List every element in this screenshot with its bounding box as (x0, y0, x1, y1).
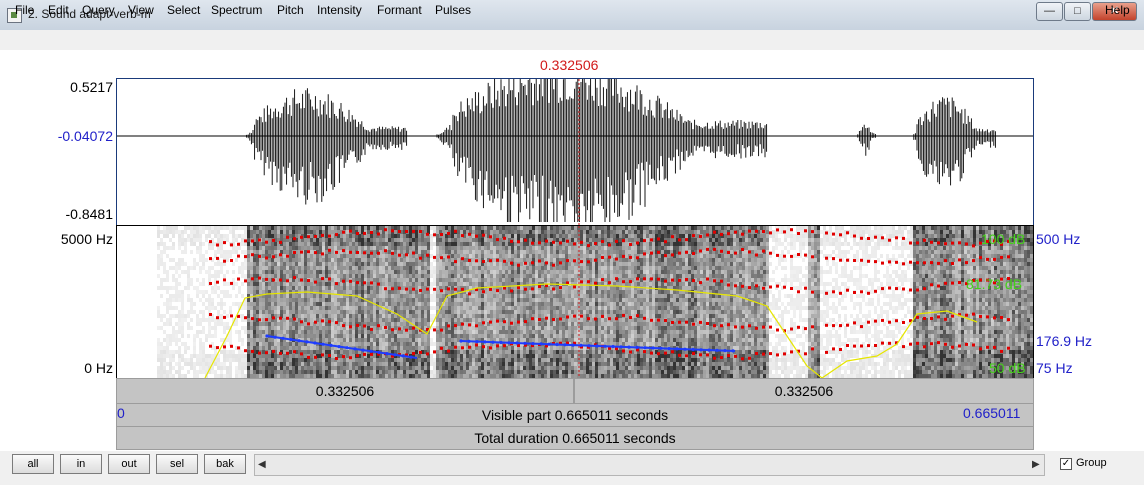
menu-intensity[interactable]: Intensity (317, 3, 362, 17)
waveform-panel[interactable] (116, 58, 1034, 226)
zoom-back-button[interactable]: bak (204, 454, 246, 474)
scroll-left-icon[interactable]: ◀ (258, 459, 266, 470)
pitch-max-label: 500 Hz (1036, 231, 1081, 247)
menu-query[interactable]: Query (82, 3, 115, 17)
waveform-plot (117, 58, 1033, 225)
zoom-in-button[interactable]: in (60, 454, 102, 474)
menu-spectrum[interactable]: Spectrum (211, 3, 262, 17)
intensity-min-label: 50 dB (989, 360, 1026, 376)
spectrogram-min-freq: 0 Hz (84, 360, 113, 376)
menu-help[interactable]: Help (1105, 3, 1130, 17)
waveform-mid-label: -0.04072 (57, 128, 113, 144)
total-duration-bar[interactable]: Total duration 0.665011 seconds (116, 426, 1034, 450)
total-duration-label: Total duration 0.665011 seconds (474, 430, 676, 446)
visible-start-label: 0 (117, 405, 125, 421)
group-label: Group (1076, 457, 1107, 469)
intensity-max-label: 100 dB (981, 231, 1026, 247)
menu-pulses[interactable]: Pulses (435, 3, 471, 17)
time-segment-left[interactable]: 0.332506 (116, 378, 574, 404)
zoom-out-button[interactable]: out (108, 454, 150, 474)
zoom-selection-button[interactable]: sel (156, 454, 198, 474)
intensity-cursor-label: 81.73 dB (966, 276, 1023, 292)
spectrogram-panel[interactable] (116, 225, 1034, 379)
menu-bar (0, 30, 1144, 51)
maximize-button[interactable]: □ (1064, 2, 1091, 21)
zoom-all-button[interactable]: all (12, 454, 54, 474)
menu-edit[interactable]: Edit (48, 3, 69, 17)
pitch-cursor-label: 176.9 Hz (1036, 333, 1093, 349)
visible-part-bar[interactable]: Visible part 0.665011 seconds (116, 403, 1034, 427)
waveform-min-label: -0.8481 (65, 206, 113, 222)
menu-formant[interactable]: Formant (377, 3, 422, 17)
menu-view[interactable]: View (128, 3, 154, 17)
visible-end-label: 0.665011 (963, 405, 1021, 421)
menu-file[interactable]: File (15, 3, 34, 17)
horizontal-scrollbar[interactable] (254, 454, 1045, 476)
cursor-time-label: 0.332506 (540, 57, 599, 73)
spectrogram-max-freq: 5000 Hz (60, 231, 113, 247)
group-checkbox[interactable]: ✓ (1060, 458, 1072, 470)
scroll-right-icon[interactable]: ▶ (1032, 459, 1040, 470)
menu-pitch[interactable]: Pitch (277, 3, 304, 17)
spectrogram-plot (157, 226, 1033, 379)
time-segment-right[interactable]: 0.332506 (574, 378, 1034, 404)
waveform-max-label: 0.5217 (70, 79, 113, 95)
menu-select[interactable]: Select (167, 3, 200, 17)
pitch-min-label: 75 Hz (1036, 360, 1073, 376)
minimize-button[interactable]: — (1036, 2, 1063, 21)
visible-part-label: Visible part 0.665011 seconds (481, 407, 669, 423)
